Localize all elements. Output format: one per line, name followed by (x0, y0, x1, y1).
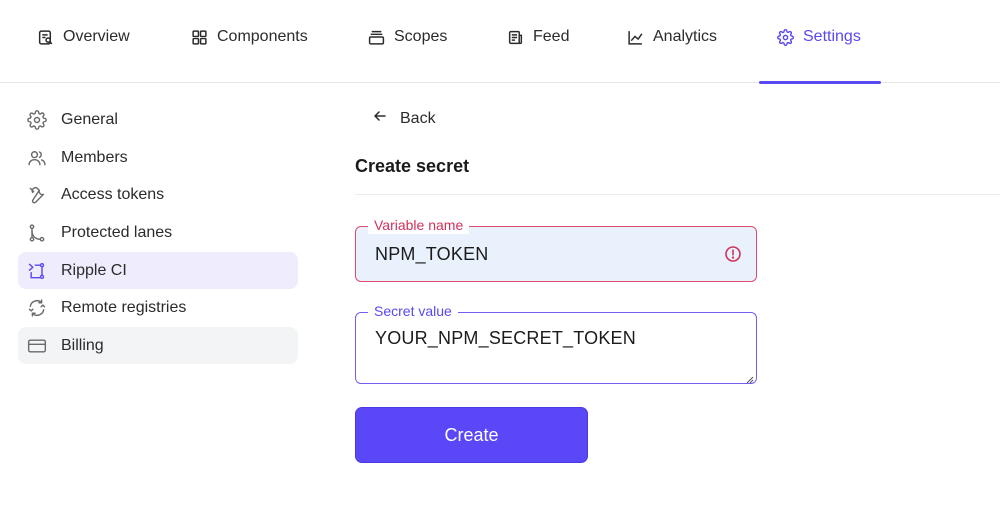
sidebar-item-label: General (61, 110, 118, 128)
tab-label: Overview (63, 28, 130, 45)
create-button[interactable]: Create (355, 407, 588, 463)
sidebar-item-remote-registries[interactable]: Remote registries (18, 289, 298, 326)
sidebar-item-label: Remote registries (61, 298, 187, 316)
lanes-icon (27, 223, 47, 243)
stack-icon (368, 29, 385, 46)
grid-icon (191, 29, 208, 46)
secret-value-label: Secret value (368, 302, 458, 320)
tab-label: Scopes (394, 28, 448, 45)
ripple-icon (27, 261, 47, 281)
card-icon (27, 336, 47, 356)
resize-handle-icon[interactable] (744, 371, 754, 384)
sidebar-item-label: Ripple CI (61, 261, 127, 279)
sidebar-item-label: Protected lanes (61, 223, 173, 241)
variable-name-field[interactable]: Variable name NPM_TOKEN (355, 216, 757, 282)
back-label: Back (400, 109, 436, 127)
tab-label: Feed (533, 28, 570, 45)
title-divider (355, 194, 1000, 195)
sidebar-item-members[interactable]: Members (18, 139, 298, 176)
sidebar-item-access-tokens[interactable]: Access tokens (18, 176, 298, 213)
tab-label: Analytics (653, 28, 718, 45)
sidebar-item-label: Members (61, 148, 128, 166)
tab-components[interactable]: Components (191, 28, 308, 83)
users-icon (27, 148, 47, 168)
arrow-left-icon (372, 108, 388, 129)
top-navigation: Overview Components Scopes Feed Analytic… (0, 0, 1000, 84)
tab-analytics[interactable]: Analytics (627, 28, 717, 83)
page-title: Create secret (355, 156, 470, 176)
tab-feed[interactable]: Feed (507, 28, 569, 83)
variable-name-label: Variable name (368, 216, 470, 234)
secret-value-field[interactable]: Secret value YOUR_NPM_SECRET_TOKEN (355, 302, 757, 384)
sidebar-item-label: Access tokens (61, 185, 165, 203)
wrench-icon (27, 185, 47, 205)
sidebar-item-billing[interactable]: Billing (18, 327, 298, 364)
error-icon (724, 245, 742, 263)
sidebar-item-ripple-ci[interactable]: Ripple CI (18, 252, 298, 289)
tab-scopes[interactable]: Scopes (368, 28, 447, 83)
gear-icon (27, 109, 47, 130)
tab-label: Components (217, 28, 308, 45)
feed-icon (507, 29, 524, 46)
back-link[interactable]: Back (372, 108, 436, 129)
tab-overview[interactable]: Overview (37, 28, 130, 83)
tab-settings[interactable]: Settings (759, 28, 881, 84)
tab-label: Settings (803, 28, 861, 45)
sidebar-item-protected-lanes[interactable]: Protected lanes (18, 214, 298, 251)
secret-value-textarea[interactable]: YOUR_NPM_SECRET_TOKEN (375, 328, 636, 349)
chart-icon (627, 29, 644, 46)
variable-name-input[interactable]: NPM_TOKEN (375, 244, 489, 265)
gear-icon (777, 29, 794, 46)
sidebar-item-label: Billing (61, 336, 104, 354)
sync-icon (27, 298, 47, 318)
sidebar-item-general[interactable]: General (18, 101, 298, 138)
overview-icon (37, 29, 54, 46)
